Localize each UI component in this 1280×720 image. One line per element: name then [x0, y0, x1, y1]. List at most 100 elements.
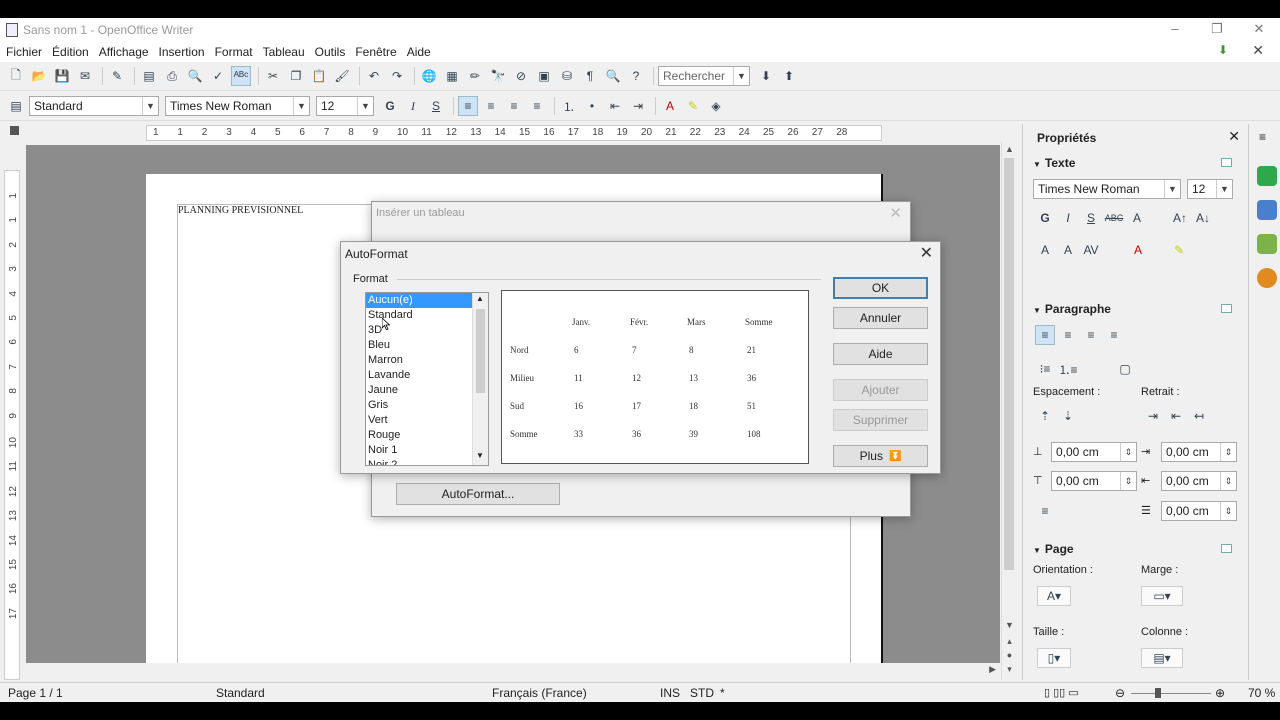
table-icon[interactable]: ▦: [442, 66, 462, 86]
styles-formatting-icon[interactable]: ▤: [6, 96, 26, 116]
more-options-icon[interactable]: [1221, 304, 1232, 313]
font-color-icon[interactable]: A: [660, 96, 680, 116]
menu-format[interactable]: Format: [215, 45, 253, 59]
margin-button[interactable]: ▭▾: [1141, 586, 1183, 606]
character-spacing-icon[interactable]: AV: [1081, 240, 1101, 260]
menu-insertion[interactable]: Insertion: [159, 45, 205, 59]
previous-page-icon[interactable]: ▴: [1002, 636, 1017, 647]
new-document-icon[interactable]: 🗋: [6, 66, 26, 86]
format-list-item[interactable]: Noir 2: [366, 458, 472, 465]
scroll-down-icon[interactable]: ▼: [476, 451, 484, 460]
find-next-icon[interactable]: ⬇: [756, 66, 776, 86]
first-line-indent[interactable]: 0,00 cm ⇕: [1161, 501, 1237, 521]
menu-aide[interactable]: Aide: [407, 45, 431, 59]
save-icon[interactable]: 💾: [52, 66, 72, 86]
copy-icon[interactable]: ❐: [286, 66, 306, 86]
spin-icon[interactable]: ⇕: [1120, 472, 1136, 490]
draw-functions-icon[interactable]: ✏: [465, 66, 485, 86]
chevron-down-icon[interactable]: ▼: [142, 97, 158, 115]
more-button[interactable]: Plus ⏬: [833, 445, 928, 467]
strikethrough-icon[interactable]: ABC: [1104, 208, 1124, 228]
formatting-marks-icon[interactable]: ¶: [580, 66, 600, 86]
line-spacing-icon[interactable]: ≡: [1035, 501, 1055, 521]
scrollbar-thumb[interactable]: [1004, 158, 1014, 570]
document-text[interactable]: PLANNING PREVISIONNEL: [178, 205, 303, 216]
format-list-item[interactable]: Lavande: [366, 368, 472, 383]
email-icon[interactable]: ✉: [75, 66, 95, 86]
print-preview-icon[interactable]: 🔍: [185, 66, 205, 86]
paste-icon[interactable]: 📋: [309, 66, 329, 86]
export-pdf-icon[interactable]: ▤: [139, 66, 159, 86]
highlight-icon[interactable]: ✎: [683, 96, 703, 116]
format-list-item[interactable]: Bleu: [366, 338, 472, 353]
font-size-select[interactable]: 12 ▼: [316, 96, 374, 116]
sidebar-underline-icon[interactable]: S: [1081, 208, 1101, 228]
chevron-down-icon[interactable]: ▼: [733, 67, 749, 85]
minimize-button[interactable]: –: [1154, 18, 1196, 40]
sidebar-justify-icon[interactable]: ≡: [1104, 325, 1124, 345]
page-number-status[interactable]: Page 1 / 1: [8, 686, 63, 700]
zoom-in-icon[interactable]: ⊕: [1215, 686, 1225, 700]
italic-button[interactable]: I: [403, 96, 423, 116]
background-color-icon[interactable]: ◈: [706, 96, 726, 116]
hanging-indent-icon[interactable]: ↤: [1189, 406, 1209, 426]
page-size-button[interactable]: ▯▾: [1037, 648, 1071, 668]
add-button[interactable]: Ajouter: [833, 379, 928, 401]
paragraph-background-icon[interactable]: ▢: [1115, 359, 1135, 379]
increase-spacing-icon[interactable]: ⇡: [1035, 406, 1055, 426]
sidebar-align-right-icon[interactable]: ≡: [1081, 325, 1101, 345]
increase-indent-icon[interactable]: ⇥: [628, 96, 648, 116]
paragraph-style-select[interactable]: Standard ▼: [29, 96, 159, 116]
open-icon[interactable]: 📂: [29, 66, 49, 86]
spin-icon[interactable]: ⇕: [1220, 443, 1236, 461]
help-button[interactable]: Aide: [833, 343, 928, 365]
font-name-select[interactable]: Times New Roman ▼: [165, 96, 310, 116]
format-list-item[interactable]: Jaune: [366, 383, 472, 398]
sidebar-close-button[interactable]: ✕: [1228, 128, 1240, 145]
menu-outils[interactable]: Outils: [315, 45, 346, 59]
justify-icon[interactable]: ≡: [527, 96, 547, 116]
sidebar-align-left-icon[interactable]: ≡: [1035, 325, 1055, 345]
paragraph-section-header[interactable]: ▼ Paragraphe: [1033, 302, 1232, 316]
search-input[interactable]: Rechercher ▼: [658, 66, 750, 86]
edit-file-icon[interactable]: ✎: [107, 66, 127, 86]
sidebar-numbering-icon[interactable]: ⒈≡: [1058, 359, 1078, 379]
undo-icon[interactable]: ↶: [364, 66, 384, 86]
sidebar-size-select[interactable]: 12 ▼: [1187, 179, 1233, 199]
cut-icon[interactable]: ✂: [263, 66, 283, 86]
find-previous-icon[interactable]: ⬆: [779, 66, 799, 86]
spellcheck-icon[interactable]: ✓: [208, 66, 228, 86]
hyperlink-icon[interactable]: 🌐: [419, 66, 439, 86]
help-icon[interactable]: ?: [626, 66, 646, 86]
spin-icon[interactable]: ⇕: [1220, 502, 1236, 520]
format-list-item[interactable]: Noir 1: [366, 443, 472, 458]
cancel-button[interactable]: Annuler: [833, 307, 928, 329]
text-section-header[interactable]: ▼ Texte: [1033, 156, 1232, 170]
underline-button[interactable]: S: [426, 96, 446, 116]
before-text-indent[interactable]: 0,00 cm ⇕: [1161, 442, 1237, 462]
zoom-out-icon[interactable]: ⊖: [1115, 686, 1125, 700]
more-options-icon[interactable]: [1221, 544, 1232, 553]
next-page-icon[interactable]: ▾: [1002, 664, 1017, 675]
orientation-button[interactable]: A▾: [1037, 586, 1071, 606]
align-right-icon[interactable]: ≡: [504, 96, 524, 116]
clone-format-icon[interactable]: 🖌: [332, 66, 352, 86]
gallery-deck-icon[interactable]: [1257, 234, 1277, 254]
autospellcheck-icon[interactable]: ᴬᴮᶜ: [231, 66, 251, 86]
bold-button[interactable]: G: [380, 96, 400, 116]
indent-decrease-icon[interactable]: ⇤: [1166, 406, 1186, 426]
chevron-down-icon[interactable]: ▼: [1216, 180, 1232, 198]
find-replace-icon[interactable]: 🔭: [488, 66, 508, 86]
menu-edition[interactable]: Édition: [52, 45, 89, 59]
data-sources-icon[interactable]: ⛁: [557, 66, 577, 86]
navigator-icon[interactable]: ⊘: [511, 66, 531, 86]
styles-deck-icon[interactable]: [1257, 200, 1277, 220]
numbering-icon[interactable]: ⒈: [559, 96, 579, 116]
redo-icon[interactable]: ↷: [387, 66, 407, 86]
horizontal-ruler[interactable]: 1 1 2 3 4 5 6 7 8 9 10 11 12 13 14 15 16 17 18 19 20 21 22 23 24…: [146, 125, 882, 141]
navigation-icon[interactable]: ●: [1002, 650, 1017, 660]
scroll-down-icon[interactable]: ▼: [1002, 620, 1017, 630]
menu-fenetre[interactable]: Fenêtre: [355, 45, 396, 59]
menu-tableau[interactable]: Tableau: [263, 45, 305, 59]
print-icon[interactable]: ⎙: [162, 66, 182, 86]
